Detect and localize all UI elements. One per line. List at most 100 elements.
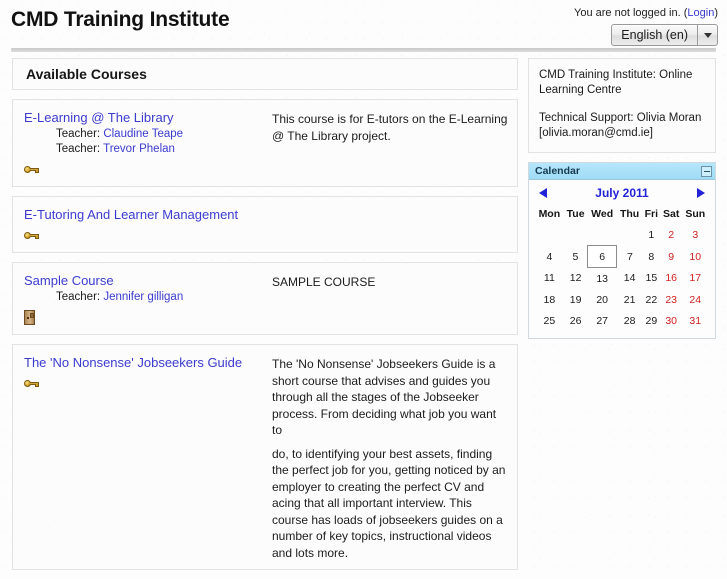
course-summary: The 'No Nonsense' Jobseekers Guide is a … (272, 355, 508, 561)
calendar-day[interactable]: 29 (642, 310, 660, 331)
course-summary: SAMPLE COURSE (272, 275, 376, 289)
institute-info-line-2: Technical Support: Olivia Moran [olivia.… (539, 112, 702, 139)
calendar-day[interactable]: 1 (642, 224, 660, 246)
institute-info-block: CMD Training Institute: Online Learning … (528, 58, 716, 153)
calendar-day[interactable]: 3 (682, 224, 708, 246)
calendar-day[interactable]: 18 (535, 289, 564, 310)
language-dropdown-button[interactable] (697, 24, 718, 46)
calendar-day[interactable]: 22 (642, 289, 660, 310)
calendar-day[interactable]: 7 (617, 246, 643, 268)
course-access-icons (24, 162, 272, 178)
calendar-day[interactable]: 17 (682, 268, 708, 290)
calendar-day[interactable]: 9 (660, 246, 682, 268)
triangle-left-icon[interactable] (539, 188, 547, 198)
calendar-month-label[interactable]: July 2011 (595, 186, 648, 200)
calendar-day[interactable]: 12 (564, 268, 588, 290)
course-access-icons (24, 228, 272, 244)
course-name-link[interactable]: The 'No Nonsense' Jobseekers Guide (24, 355, 272, 371)
header-divider (11, 48, 716, 52)
teacher-link[interactable]: Jennifer gilligan (103, 291, 183, 303)
course-info: E-Tutoring And Learner Management (24, 207, 272, 244)
calendar-day[interactable]: 20 (588, 289, 617, 310)
calendar-day[interactable]: 21 (617, 289, 643, 310)
login-close-paren: ) (714, 7, 718, 19)
course-name-link[interactable]: Sample Course (24, 273, 272, 289)
sidebar: CMD Training Institute: Online Learning … (528, 58, 716, 339)
calendar-day[interactable]: 23 (660, 289, 682, 310)
calendar-day-empty (617, 224, 643, 246)
calendar-week-row: 25 26 27 28 29 30 31 (535, 310, 709, 331)
calendar-week-row: 11 12 13 14 15 16 17 (535, 268, 709, 290)
course-summary (272, 207, 508, 244)
calendar-grid: Mon Tue Wed Thu Fri Sat Sun 1 2 3 4 5 6 7 8 9 10 1… (535, 205, 709, 331)
calendar-day-header: Mon (538, 208, 561, 220)
calendar-day-header: Wed (591, 208, 614, 220)
course-info: The 'No Nonsense' Jobseekers Guide (24, 355, 272, 561)
login-info: You are not logged in. (Login) (574, 7, 718, 19)
calendar-day[interactable]: 11 (535, 268, 564, 290)
calendar-day-header: Tue (566, 208, 585, 220)
teacher-line: Teacher: Trevor Phelan (56, 142, 272, 157)
main-column: Available Courses E-Learning @ The Libra… (12, 58, 518, 579)
calendar-day[interactable]: 25 (535, 310, 564, 331)
language-selector[interactable]: English (en) (611, 24, 718, 46)
calendar-day[interactable]: 10 (682, 246, 708, 268)
calendar-day[interactable]: 14 (617, 268, 643, 290)
calendar-day[interactable]: 19 (564, 289, 588, 310)
calendar-day-today[interactable]: 6 (587, 245, 618, 268)
calendar-day[interactable]: 26 (564, 310, 588, 331)
calendar-day-header: Sun (685, 208, 706, 220)
calendar-day[interactable]: 28 (617, 310, 643, 331)
course-row: The 'No Nonsense' Jobseekers Guide The '… (12, 344, 518, 570)
course-row: Sample Course Teacher: Jennifer gilligan… (12, 262, 518, 335)
calendar-day[interactable]: 27 (588, 310, 617, 331)
calendar-day-header: Fri (644, 208, 659, 220)
course-name-link[interactable]: E-Tutoring And Learner Management (24, 207, 272, 223)
course-name-link[interactable]: E-Learning @ The Library (24, 110, 272, 126)
teacher-line: Teacher: Jennifer gilligan (56, 290, 272, 305)
teacher-link[interactable]: Trevor Phelan (103, 143, 175, 155)
calendar-day-empty (564, 224, 588, 246)
calendar-day[interactable]: 16 (660, 268, 682, 290)
teacher-label: Teacher: (56, 143, 101, 155)
minimize-icon[interactable] (701, 165, 712, 177)
calendar-day[interactable]: 15 (642, 268, 660, 290)
language-selected-label[interactable]: English (en) (611, 24, 697, 46)
calendar-week-row: 18 19 20 21 22 23 24 (535, 289, 709, 310)
calendar-block: Calendar July 2011 Mon Tue Wed Thu Fri S… (528, 162, 716, 339)
login-link[interactable]: Login (687, 7, 714, 19)
calendar-week-row: 123 (535, 224, 709, 246)
calendar-day[interactable]: 24 (682, 289, 708, 310)
calendar-day[interactable]: 13 (588, 268, 617, 290)
calendar-day[interactable]: 8 (642, 246, 660, 268)
guest-door-icon (24, 310, 35, 326)
course-row: E-Tutoring And Learner Management (12, 196, 518, 253)
calendar-navigation: July 2011 (535, 184, 709, 203)
teacher-line: Teacher: Claudine Teape (56, 127, 272, 142)
calendar-day[interactable]: 5 (564, 246, 588, 268)
login-status-text: You are not logged in. (574, 7, 681, 19)
key-icon (24, 163, 40, 176)
page-title: Available Courses (26, 66, 147, 82)
calendar-body: July 2011 Mon Tue Wed Thu Fri Sat Sun 1 … (529, 180, 715, 338)
chevron-down-icon (703, 32, 712, 38)
calendar-day[interactable]: 31 (682, 310, 708, 331)
calendar-day[interactable]: 30 (660, 310, 682, 331)
course-access-icons (24, 376, 272, 392)
calendar-body-rows: 1 2 3 4 5 6 7 8 9 10 11 12 13 14 15 16 17 18 19 20 21 22 23 24 2… (535, 224, 709, 331)
calendar-day[interactable]: 2 (660, 224, 682, 246)
course-summary: This course is for E-tutors on the E-Lea… (272, 112, 508, 143)
key-icon (24, 229, 40, 242)
course-summary-paragraph: do, to identifying your best assets, fin… (272, 446, 506, 560)
course-info: Sample Course Teacher: Jennifer gilligan (24, 273, 272, 326)
teacher-link[interactable]: Claudine Teape (103, 128, 183, 140)
calendar-day-header: Sat (662, 208, 680, 220)
teacher-label: Teacher: (56, 291, 101, 303)
calendar-day-empty (535, 224, 564, 246)
calendar-title: Calendar (535, 165, 580, 177)
course-summary-paragraph: The 'No Nonsense' Jobseekers Guide is a … (272, 357, 497, 437)
available-courses-header: Available Courses (12, 58, 518, 90)
triangle-right-icon[interactable] (696, 188, 705, 198)
calendar-day[interactable]: 4 (535, 246, 564, 268)
